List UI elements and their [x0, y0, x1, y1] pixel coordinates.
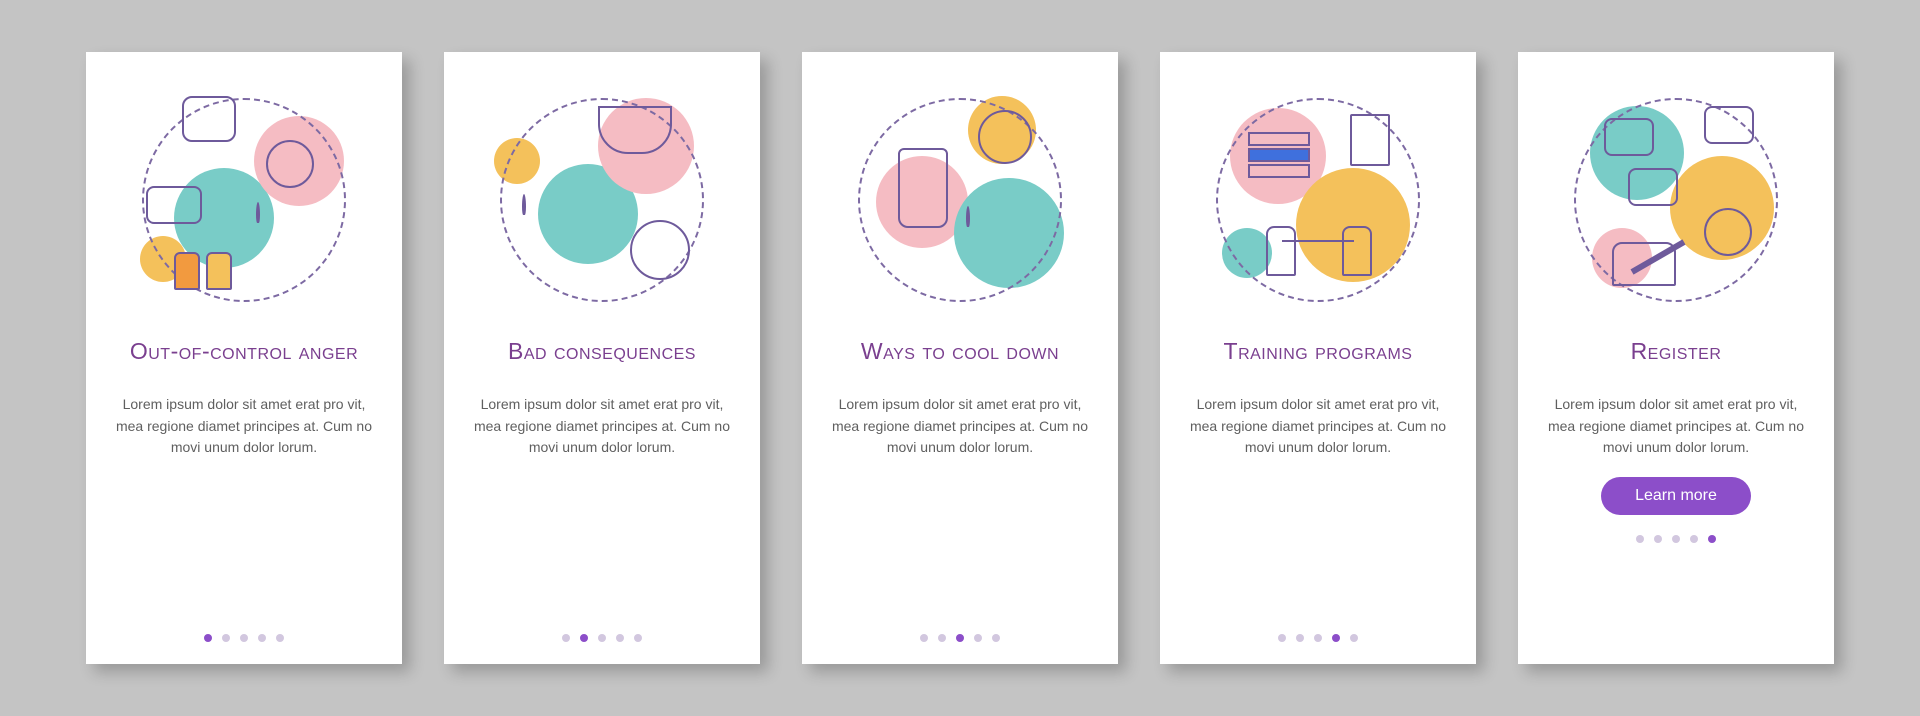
pagination-dot[interactable] — [276, 634, 284, 642]
pagination-dot[interactable] — [1278, 634, 1286, 642]
list-item-icon — [1248, 148, 1310, 162]
pagination-dot[interactable] — [1672, 535, 1680, 543]
pagination-dot[interactable] — [938, 634, 946, 642]
training-illustration — [1208, 90, 1428, 310]
talking-head-icon — [978, 110, 1032, 164]
card-title: Register — [1631, 324, 1722, 380]
angry-speech-icon — [146, 186, 202, 224]
card-title: Training programs — [1224, 324, 1413, 380]
pagination-dot[interactable] — [634, 634, 642, 642]
water-glass-icon — [898, 148, 948, 228]
pagination-dot[interactable] — [1708, 535, 1716, 543]
pagination-dot[interactable] — [992, 634, 1000, 642]
list-item-icon — [1248, 164, 1310, 178]
onboarding-card-1: Out-of-control anger Lorem ipsum dolor s… — [86, 52, 402, 664]
pagination-dot[interactable] — [240, 634, 248, 642]
list-item-icon — [1248, 132, 1310, 146]
head-fire-icon — [522, 196, 592, 266]
phone-icon — [1704, 208, 1752, 256]
chat-bubble-icon — [1604, 118, 1654, 156]
cooldown-illustration — [850, 90, 1070, 310]
card-title: Bad consequences — [508, 324, 696, 380]
card-body: Lorem ipsum dolor sit amet erat pro vit,… — [830, 394, 1090, 620]
onboarding-card-2: Bad consequences Lorem ipsum dolor sit a… — [444, 52, 760, 664]
consequences-illustration — [492, 90, 712, 310]
pagination-dot[interactable] — [222, 634, 230, 642]
person-icon — [174, 252, 200, 290]
anger-illustration — [134, 90, 354, 310]
onboarding-card-4: Training programs Lorem ipsum dolor sit … — [1160, 52, 1476, 664]
card-body: Lorem ipsum dolor sit amet erat pro vit,… — [1188, 394, 1448, 620]
pagination-dots — [562, 634, 642, 642]
bomb-icon — [630, 220, 690, 280]
pagination-dot[interactable] — [1296, 634, 1304, 642]
head-profile-icon — [256, 204, 326, 274]
pagination-dot[interactable] — [920, 634, 928, 642]
pagination-dots — [1636, 535, 1716, 543]
pagination-dot[interactable] — [1636, 535, 1644, 543]
card-body: Lorem ipsum dolor sit amet erat pro vit,… — [114, 394, 374, 620]
pagination-dot[interactable] — [204, 634, 212, 642]
table-icon — [1282, 240, 1354, 278]
calm-head-icon — [966, 208, 1036, 278]
card-title: Out-of-control anger — [130, 324, 358, 380]
pressure-gauge-icon — [266, 140, 314, 188]
pagination-dot[interactable] — [1654, 535, 1662, 543]
pagination-dot[interactable] — [616, 634, 624, 642]
card-body: Lorem ipsum dolor sit amet erat pro vit,… — [472, 394, 732, 620]
pagination-dots — [1278, 634, 1358, 642]
card-body: Lorem ipsum dolor sit amet erat pro vit,… — [1546, 394, 1806, 459]
magnet-icon — [598, 106, 672, 154]
pagination-dot[interactable] — [562, 634, 570, 642]
onboarding-card-3: Ways to cool down Lorem ipsum dolor sit … — [802, 52, 1118, 664]
chat-bubble-icon — [1628, 168, 1678, 206]
pagination-dot[interactable] — [580, 634, 588, 642]
pagination-dot[interactable] — [974, 634, 982, 642]
books-icon — [1350, 114, 1390, 166]
person-icon — [206, 252, 232, 290]
pagination-dots — [920, 634, 1000, 642]
register-illustration — [1566, 90, 1786, 310]
pagination-dot[interactable] — [598, 634, 606, 642]
fist-icon — [182, 96, 236, 142]
pagination-dot[interactable] — [956, 634, 964, 642]
pagination-dot[interactable] — [1350, 634, 1358, 642]
pagination-dot[interactable] — [1332, 634, 1340, 642]
pagination-dot[interactable] — [258, 634, 266, 642]
pagination-dots — [204, 634, 284, 642]
pagination-dot[interactable] — [1690, 535, 1698, 543]
card-title: Ways to cool down — [861, 324, 1059, 380]
learn-more-button[interactable]: Learn more — [1601, 477, 1751, 515]
onboarding-card-5: Register Lorem ipsum dolor sit amet erat… — [1518, 52, 1834, 664]
pagination-dot[interactable] — [1314, 634, 1322, 642]
chat-bubble-icon — [1704, 106, 1754, 144]
